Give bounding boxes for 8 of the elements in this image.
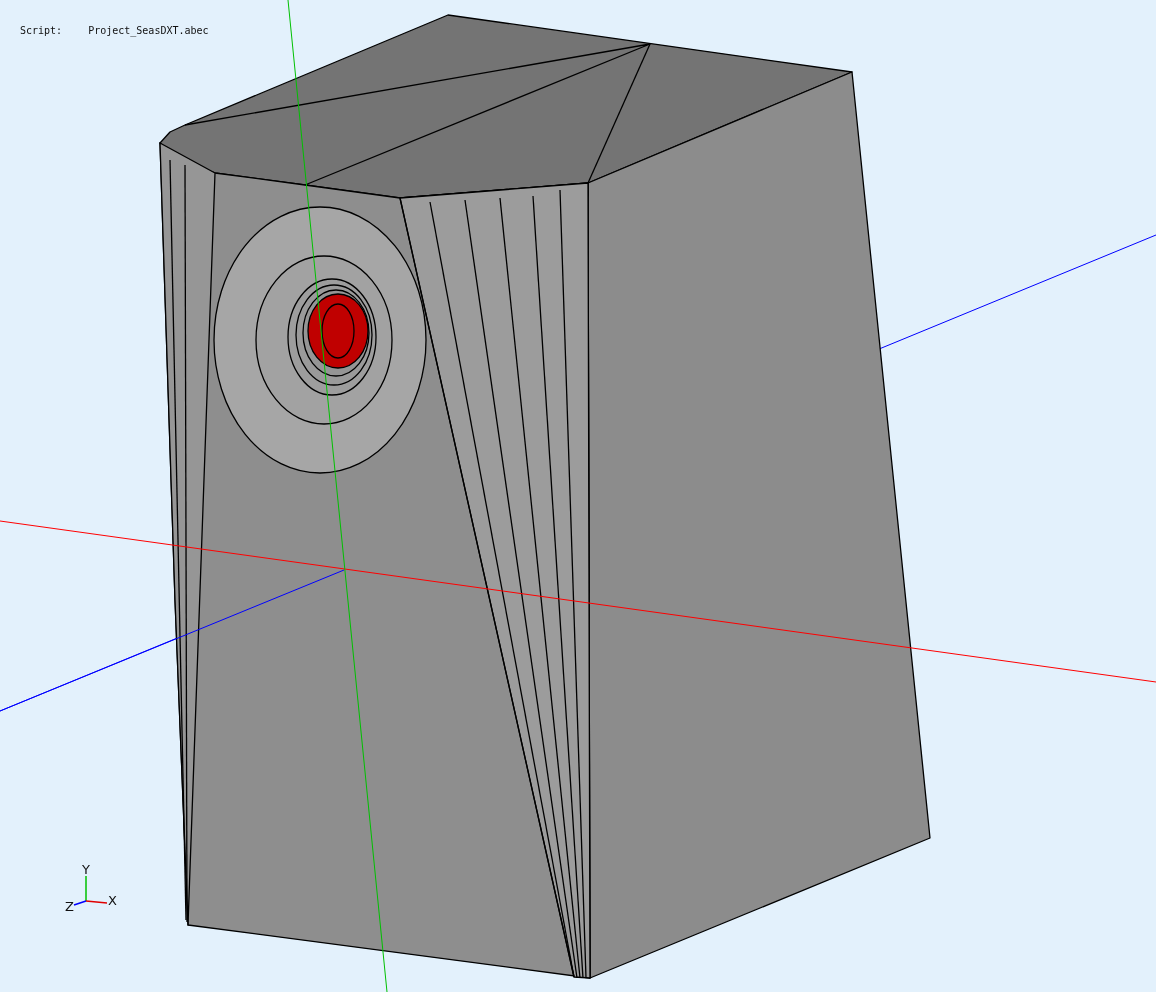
y-axis-indicator xyxy=(85,875,87,902)
z-axis-indicator xyxy=(73,900,87,906)
x-axis-label: X xyxy=(108,893,117,908)
x-axis-indicator xyxy=(85,900,108,904)
y-axis-label: Y xyxy=(82,862,90,877)
script-label: Script: xyxy=(20,25,63,36)
z-axis-label: Z xyxy=(65,899,74,914)
script-filename: Project_SeasDXT.abec xyxy=(88,25,209,36)
